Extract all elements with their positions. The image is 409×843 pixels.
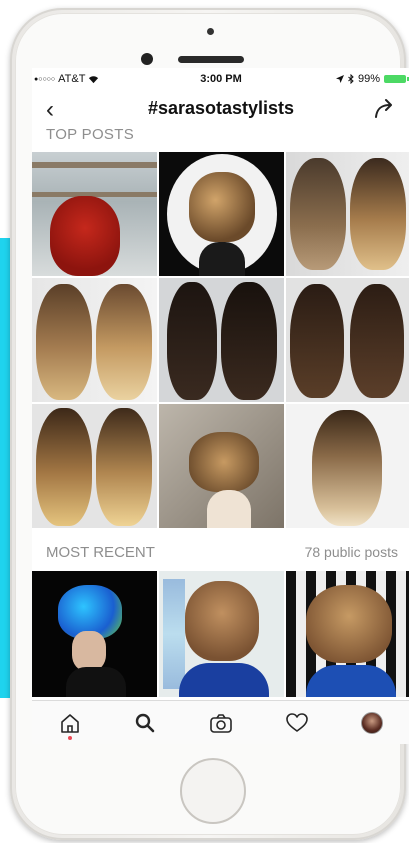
- avatar-icon: [361, 712, 384, 734]
- tab-profile[interactable]: [352, 703, 392, 743]
- most-recent-heading: MOST RECENT: [46, 544, 155, 561]
- top-posts-grid: [32, 152, 409, 528]
- page-title: #sarasotastylists: [147, 98, 295, 118]
- earpiece-speaker: [178, 56, 244, 63]
- home-notification-dot: [67, 736, 72, 740]
- nav-bar: ‹ #sarasotastylists: [32, 90, 409, 130]
- post-thumbnail[interactable]: [32, 404, 157, 528]
- tab-camera[interactable]: [201, 703, 241, 743]
- post-thumbnail[interactable]: [32, 571, 157, 697]
- heart-icon: [285, 713, 308, 732]
- app-screen: ●○○○○ AT&T 3:00 PM 99% ‹ #sarasotastylis…: [32, 68, 409, 744]
- public-posts-count: 78 public posts: [304, 544, 398, 560]
- bluetooth-icon: [348, 74, 354, 84]
- status-right: 99%: [335, 73, 409, 85]
- post-thumbnail[interactable]: [286, 571, 409, 697]
- post-thumbnail[interactable]: [159, 571, 284, 697]
- battery-percent: 99%: [357, 73, 380, 85]
- battery-icon: [384, 75, 409, 83]
- post-thumbnail[interactable]: [286, 404, 409, 528]
- tab-search[interactable]: [125, 703, 165, 743]
- location-arrow-icon: [335, 75, 344, 83]
- tab-bar: [32, 700, 409, 744]
- status-bar: ●○○○○ AT&T 3:00 PM 99%: [32, 68, 409, 90]
- camera-icon: [210, 714, 232, 733]
- home-icon: [60, 714, 79, 733]
- post-thumbnail[interactable]: [32, 278, 157, 402]
- recent-posts-grid: [32, 571, 409, 697]
- top-posts-heading: TOP POSTS: [46, 126, 135, 143]
- tab-activity[interactable]: [277, 703, 317, 743]
- phone-sensor: [207, 28, 214, 35]
- post-thumbnail[interactable]: [159, 278, 284, 402]
- post-thumbnail[interactable]: [286, 278, 409, 402]
- post-thumbnail[interactable]: [159, 404, 284, 528]
- front-camera: [141, 53, 153, 65]
- home-button[interactable]: [180, 758, 246, 824]
- post-thumbnail[interactable]: [286, 152, 409, 276]
- share-icon[interactable]: [374, 98, 396, 118]
- post-thumbnail[interactable]: [159, 152, 284, 276]
- search-icon: [136, 713, 155, 733]
- post-thumbnail[interactable]: [32, 152, 157, 276]
- tab-home[interactable]: [50, 703, 90, 743]
